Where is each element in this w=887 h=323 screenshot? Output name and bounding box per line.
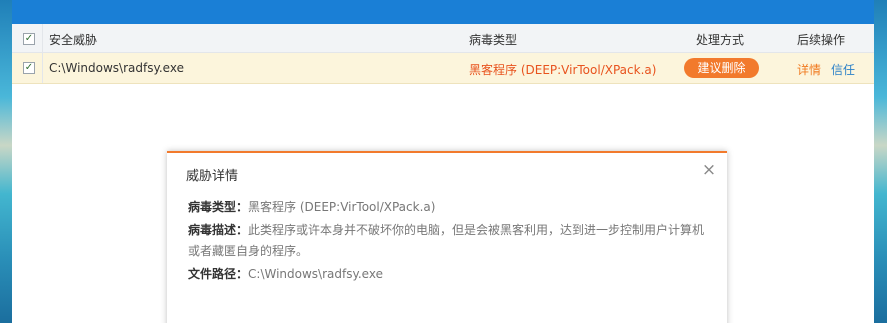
popup-title: 威胁详情 [186, 169, 239, 184]
virus-type-label: 病毒类型： [188, 200, 249, 214]
trust-link[interactable]: 信任 [831, 61, 855, 78]
title-bar [12, 0, 874, 24]
row-checkbox[interactable]: ✓ [23, 62, 35, 74]
desktop-background-left [0, 0, 12, 323]
suggest-delete-button[interactable]: 建议删除 [684, 58, 759, 78]
header-threat: 安全威胁 [49, 33, 98, 47]
header-virus-type: 病毒类型 [469, 33, 518, 47]
virus-type-value: 黑客程序 (DEEP:VirTool/XPack.a) [469, 63, 657, 77]
select-all-checkbox[interactable]: ✓ [23, 33, 35, 45]
scan-results-window: ✓ 安全威胁 病毒类型 处理方式 后续操作 ✓ C:\Windows\radfs… [12, 0, 874, 323]
file-path-label: 文件路径： [188, 267, 249, 281]
details-link[interactable]: 详情 [797, 61, 821, 78]
desktop-background-right [874, 0, 887, 323]
table-row[interactable]: ✓ C:\Windows\radfsy.exe 黑客程序 (DEEP:VirTo… [12, 53, 874, 84]
file-path-text: C:\Windows\radfsy.exe [248, 267, 383, 281]
virus-description-continued: 或者藏匿自身的程序。 [188, 244, 309, 258]
close-icon[interactable]: × [701, 162, 717, 179]
virus-type-text: 黑客程序 (DEEP:VirTool/XPack.a) [248, 200, 436, 214]
header-handling: 处理方式 [696, 33, 745, 47]
header-follow-up: 后续操作 [797, 33, 846, 47]
threat-details-popup: 威胁详情 × 病毒类型：黑客程序 (DEEP:VirTool/XPack.a) … [167, 151, 727, 323]
virus-description-label: 病毒描述： [188, 223, 249, 237]
file-path-line: 文件路径：C:\Windows\radfsy.exe [188, 265, 383, 282]
column-divider [42, 53, 43, 83]
threat-file-path: C:\Windows\radfsy.exe [49, 61, 184, 75]
table-header: ✓ 安全威胁 病毒类型 处理方式 后续操作 [12, 24, 874, 53]
virus-description-line: 病毒描述：此类程序或许本身并不破坏你的电脑，但是会被黑客利用，达到进一步控制用户… [188, 221, 704, 238]
column-divider [42, 24, 43, 52]
virus-description-text: 此类程序或许本身并不破坏你的电脑，但是会被黑客利用，达到进一步控制用户计算机 [248, 223, 705, 237]
virus-type-line: 病毒类型：黑客程序 (DEEP:VirTool/XPack.a) [188, 198, 435, 215]
